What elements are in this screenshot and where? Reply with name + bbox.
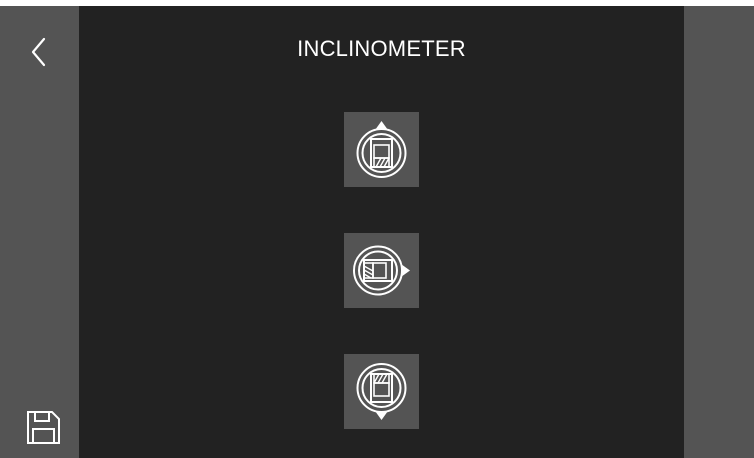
back-button[interactable] [22, 32, 58, 72]
sensor-orientation-side-icon [353, 245, 410, 296]
floppy-disk-icon [27, 411, 60, 444]
sensor-orientation-down-icon [356, 363, 407, 420]
orientation-side-button[interactable] [344, 233, 419, 308]
left-sidebar [0, 6, 79, 458]
orientation-down-button[interactable] [344, 354, 419, 429]
chevron-left-icon [31, 37, 46, 67]
inclinometer-screen: INCLINOMETER [0, 6, 754, 458]
sensor-orientation-up-icon [356, 121, 407, 178]
page-title: INCLINOMETER [297, 36, 466, 61]
right-sidebar [684, 6, 754, 458]
orientation-up-button[interactable] [344, 112, 419, 187]
save-button[interactable] [24, 408, 64, 448]
